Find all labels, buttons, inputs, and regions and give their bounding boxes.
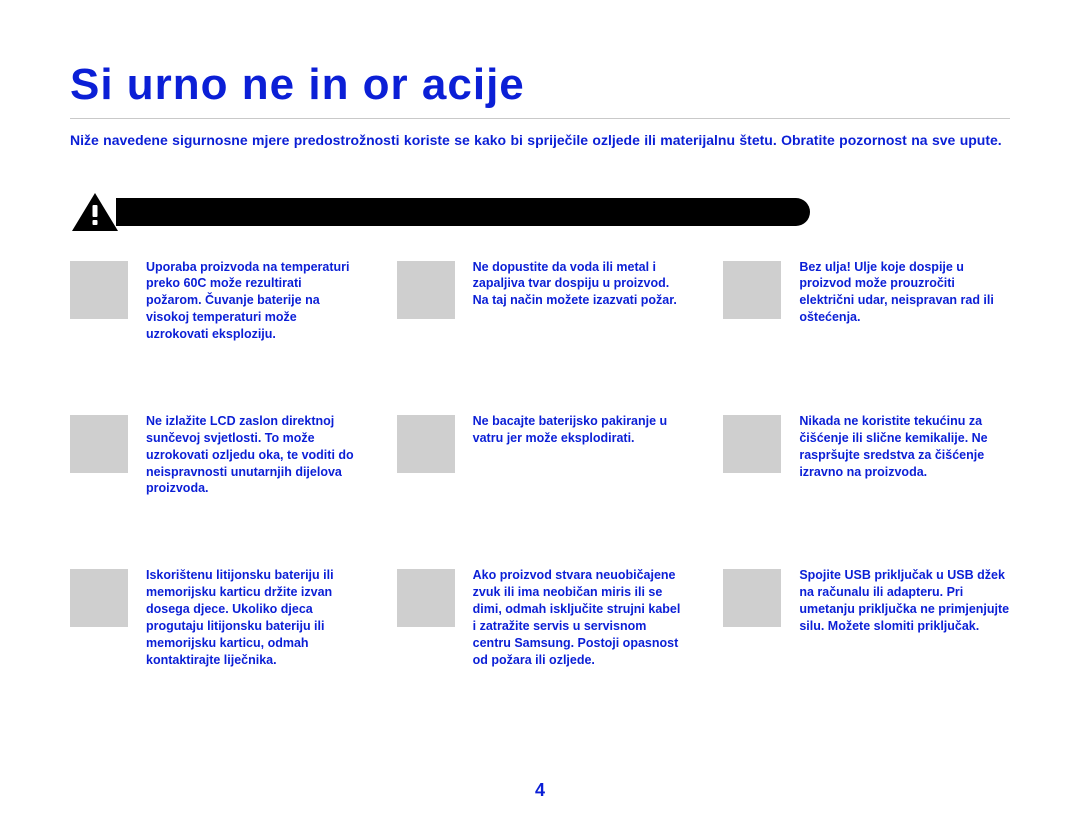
safety-image-placeholder xyxy=(70,415,128,473)
safety-item: Ako proizvod stvara neuobičajene zvuk il… xyxy=(397,567,684,668)
safety-item: Ne bacajte baterijsko pakiranje u vatru … xyxy=(397,413,684,497)
safety-text: Ne bacajte baterijsko pakiranje u vatru … xyxy=(473,413,684,447)
safety-image-placeholder xyxy=(723,569,781,627)
safety-text: Uporaba proizvoda na temperaturi preko 6… xyxy=(146,259,357,343)
safety-item: Ne dopustite da voda ili metal i zapalji… xyxy=(397,259,684,343)
page-number: 4 xyxy=(0,780,1080,801)
safety-item: Ne izlažite LCD zaslon direktnoj sunčevo… xyxy=(70,413,357,497)
intro-text: Niže navedene sigurnosne mjere predostro… xyxy=(70,131,1010,151)
divider xyxy=(70,118,1010,119)
safety-image-placeholder xyxy=(723,415,781,473)
safety-image-placeholder xyxy=(397,261,455,319)
warning-bar xyxy=(116,198,810,226)
safety-grid: Uporaba proizvoda na temperaturi preko 6… xyxy=(70,259,1010,669)
safety-image-placeholder xyxy=(723,261,781,319)
safety-text: Ako proizvod stvara neuobičajene zvuk il… xyxy=(473,567,684,668)
safety-item: Iskorištenu litijonsku bateriju ili memo… xyxy=(70,567,357,668)
page-title: Si urno ne in or acije xyxy=(70,60,1010,110)
safety-text: Ne dopustite da voda ili metal i zapalji… xyxy=(473,259,684,310)
safety-image-placeholder xyxy=(397,415,455,473)
warning-triangle-icon xyxy=(70,191,120,233)
safety-text: Ne izlažite LCD zaslon direktnoj sunčevo… xyxy=(146,413,357,497)
safety-image-placeholder xyxy=(70,569,128,627)
safety-text: Iskorištenu litijonsku bateriju ili memo… xyxy=(146,567,357,668)
safety-text: Bez ulja! Ulje koje dospije u proizvod m… xyxy=(799,259,1010,327)
safety-image-placeholder xyxy=(397,569,455,627)
safety-text: Spojite USB priključak u USB džek na rač… xyxy=(799,567,1010,635)
safety-item: Uporaba proizvoda na temperaturi preko 6… xyxy=(70,259,357,343)
safety-text: Nikada ne koristite tekućinu za čišćenje… xyxy=(799,413,1010,481)
safety-item: Nikada ne koristite tekućinu za čišćenje… xyxy=(723,413,1010,497)
safety-item: Bez ulja! Ulje koje dospije u proizvod m… xyxy=(723,259,1010,343)
warning-banner xyxy=(70,191,1010,233)
safety-image-placeholder xyxy=(70,261,128,319)
safety-item: Spojite USB priključak u USB džek na rač… xyxy=(723,567,1010,668)
